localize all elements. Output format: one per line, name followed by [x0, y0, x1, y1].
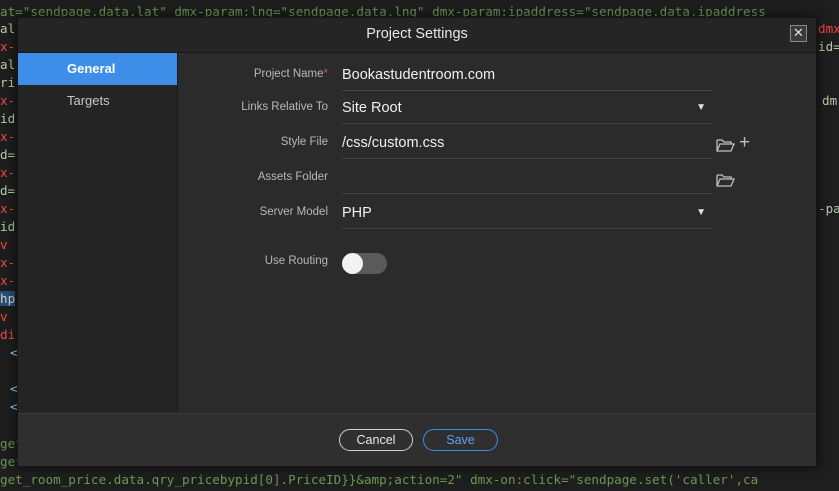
server-model-value: PHP: [342, 205, 372, 221]
code-fragment: x-: [0, 165, 16, 180]
folder-open-icon[interactable]: [716, 173, 735, 187]
links-relative-to-row: Links Relative To Site Root ▼: [178, 91, 816, 127]
links-relative-to-select[interactable]: Site Root ▼: [342, 91, 712, 124]
code-fragment: id: [0, 219, 16, 234]
add-icon[interactable]: +: [739, 133, 750, 152]
code-fragment-highlighted: hp: [0, 291, 16, 306]
use-routing-toggle[interactable]: [342, 253, 387, 274]
settings-sidebar: General Targets: [18, 53, 178, 413]
dialog-footer: Cancel Save: [18, 413, 816, 466]
code-fragment: d=: [0, 183, 16, 198]
close-button[interactable]: ✕: [790, 25, 807, 42]
code-fragment: x-: [0, 201, 16, 216]
code-fragment: v: [0, 237, 8, 252]
code-fragment: dmx: [818, 21, 839, 36]
chevron-down-icon: ▼: [696, 207, 706, 218]
use-routing-label: Use Routing: [264, 255, 328, 267]
style-file-input[interactable]: /css/custom.css: [342, 126, 712, 159]
code-fragment: x-: [0, 273, 16, 288]
code-fragment: v: [0, 309, 8, 324]
code-fragment: id=: [818, 39, 839, 54]
project-name-row: Project Name* Bookastudentroom.com: [178, 58, 816, 94]
save-button[interactable]: Save: [423, 429, 498, 451]
code-fragment: x-: [0, 93, 16, 108]
server-model-select[interactable]: PHP ▼: [342, 196, 712, 229]
dialog-header: Project Settings ✕: [18, 18, 816, 53]
style-file-row: Style File /css/custom.css +: [178, 126, 816, 162]
close-icon: ✕: [793, 25, 804, 40]
assets-folder-input[interactable]: [342, 161, 712, 194]
links-relative-to-value: Site Root: [342, 100, 402, 116]
dialog-title: Project Settings: [366, 26, 468, 42]
code-fragment: ri: [0, 75, 16, 90]
sidebar-item-targets[interactable]: Targets: [18, 85, 177, 117]
required-marker: *: [323, 68, 328, 80]
settings-form: Project Name* Bookastudentroom.com Links…: [178, 53, 816, 413]
code-fragment: x-: [0, 255, 16, 270]
code-fragment: x-: [0, 129, 16, 144]
code-line: get_room_price.data.qry_pricebypid[0].Pr…: [0, 472, 759, 487]
style-file-label: Style File: [280, 136, 328, 148]
links-relative-to-label: Links Relative To: [241, 101, 328, 113]
chevron-down-icon: ▼: [696, 102, 706, 113]
code-fragment: al: [0, 57, 16, 72]
project-settings-dialog: Project Settings ✕ General Targets Proje…: [17, 17, 817, 466]
project-name-label: Project Name*: [253, 68, 328, 80]
assets-folder-label: Assets Folder: [257, 171, 328, 183]
code-fragment: d=: [0, 147, 16, 162]
sidebar-item-general[interactable]: General: [18, 53, 177, 85]
cancel-button[interactable]: Cancel: [339, 429, 413, 451]
code-fragment: x-: [0, 39, 16, 54]
code-fragment: al: [0, 21, 16, 36]
server-model-row: Server Model PHP ▼: [178, 196, 816, 232]
use-routing-row: Use Routing: [178, 251, 816, 287]
folder-open-icon[interactable]: [716, 138, 735, 152]
assets-folder-row: Assets Folder: [178, 161, 816, 197]
code-fragment: di: [0, 327, 16, 342]
code-fragment: -pa: [818, 201, 839, 216]
server-model-label: Server Model: [259, 206, 328, 218]
code-fragment: id: [0, 111, 16, 126]
code-fragment: dm: [822, 93, 838, 108]
project-name-input[interactable]: Bookastudentroom.com: [342, 58, 712, 91]
toggle-knob: [342, 253, 363, 274]
